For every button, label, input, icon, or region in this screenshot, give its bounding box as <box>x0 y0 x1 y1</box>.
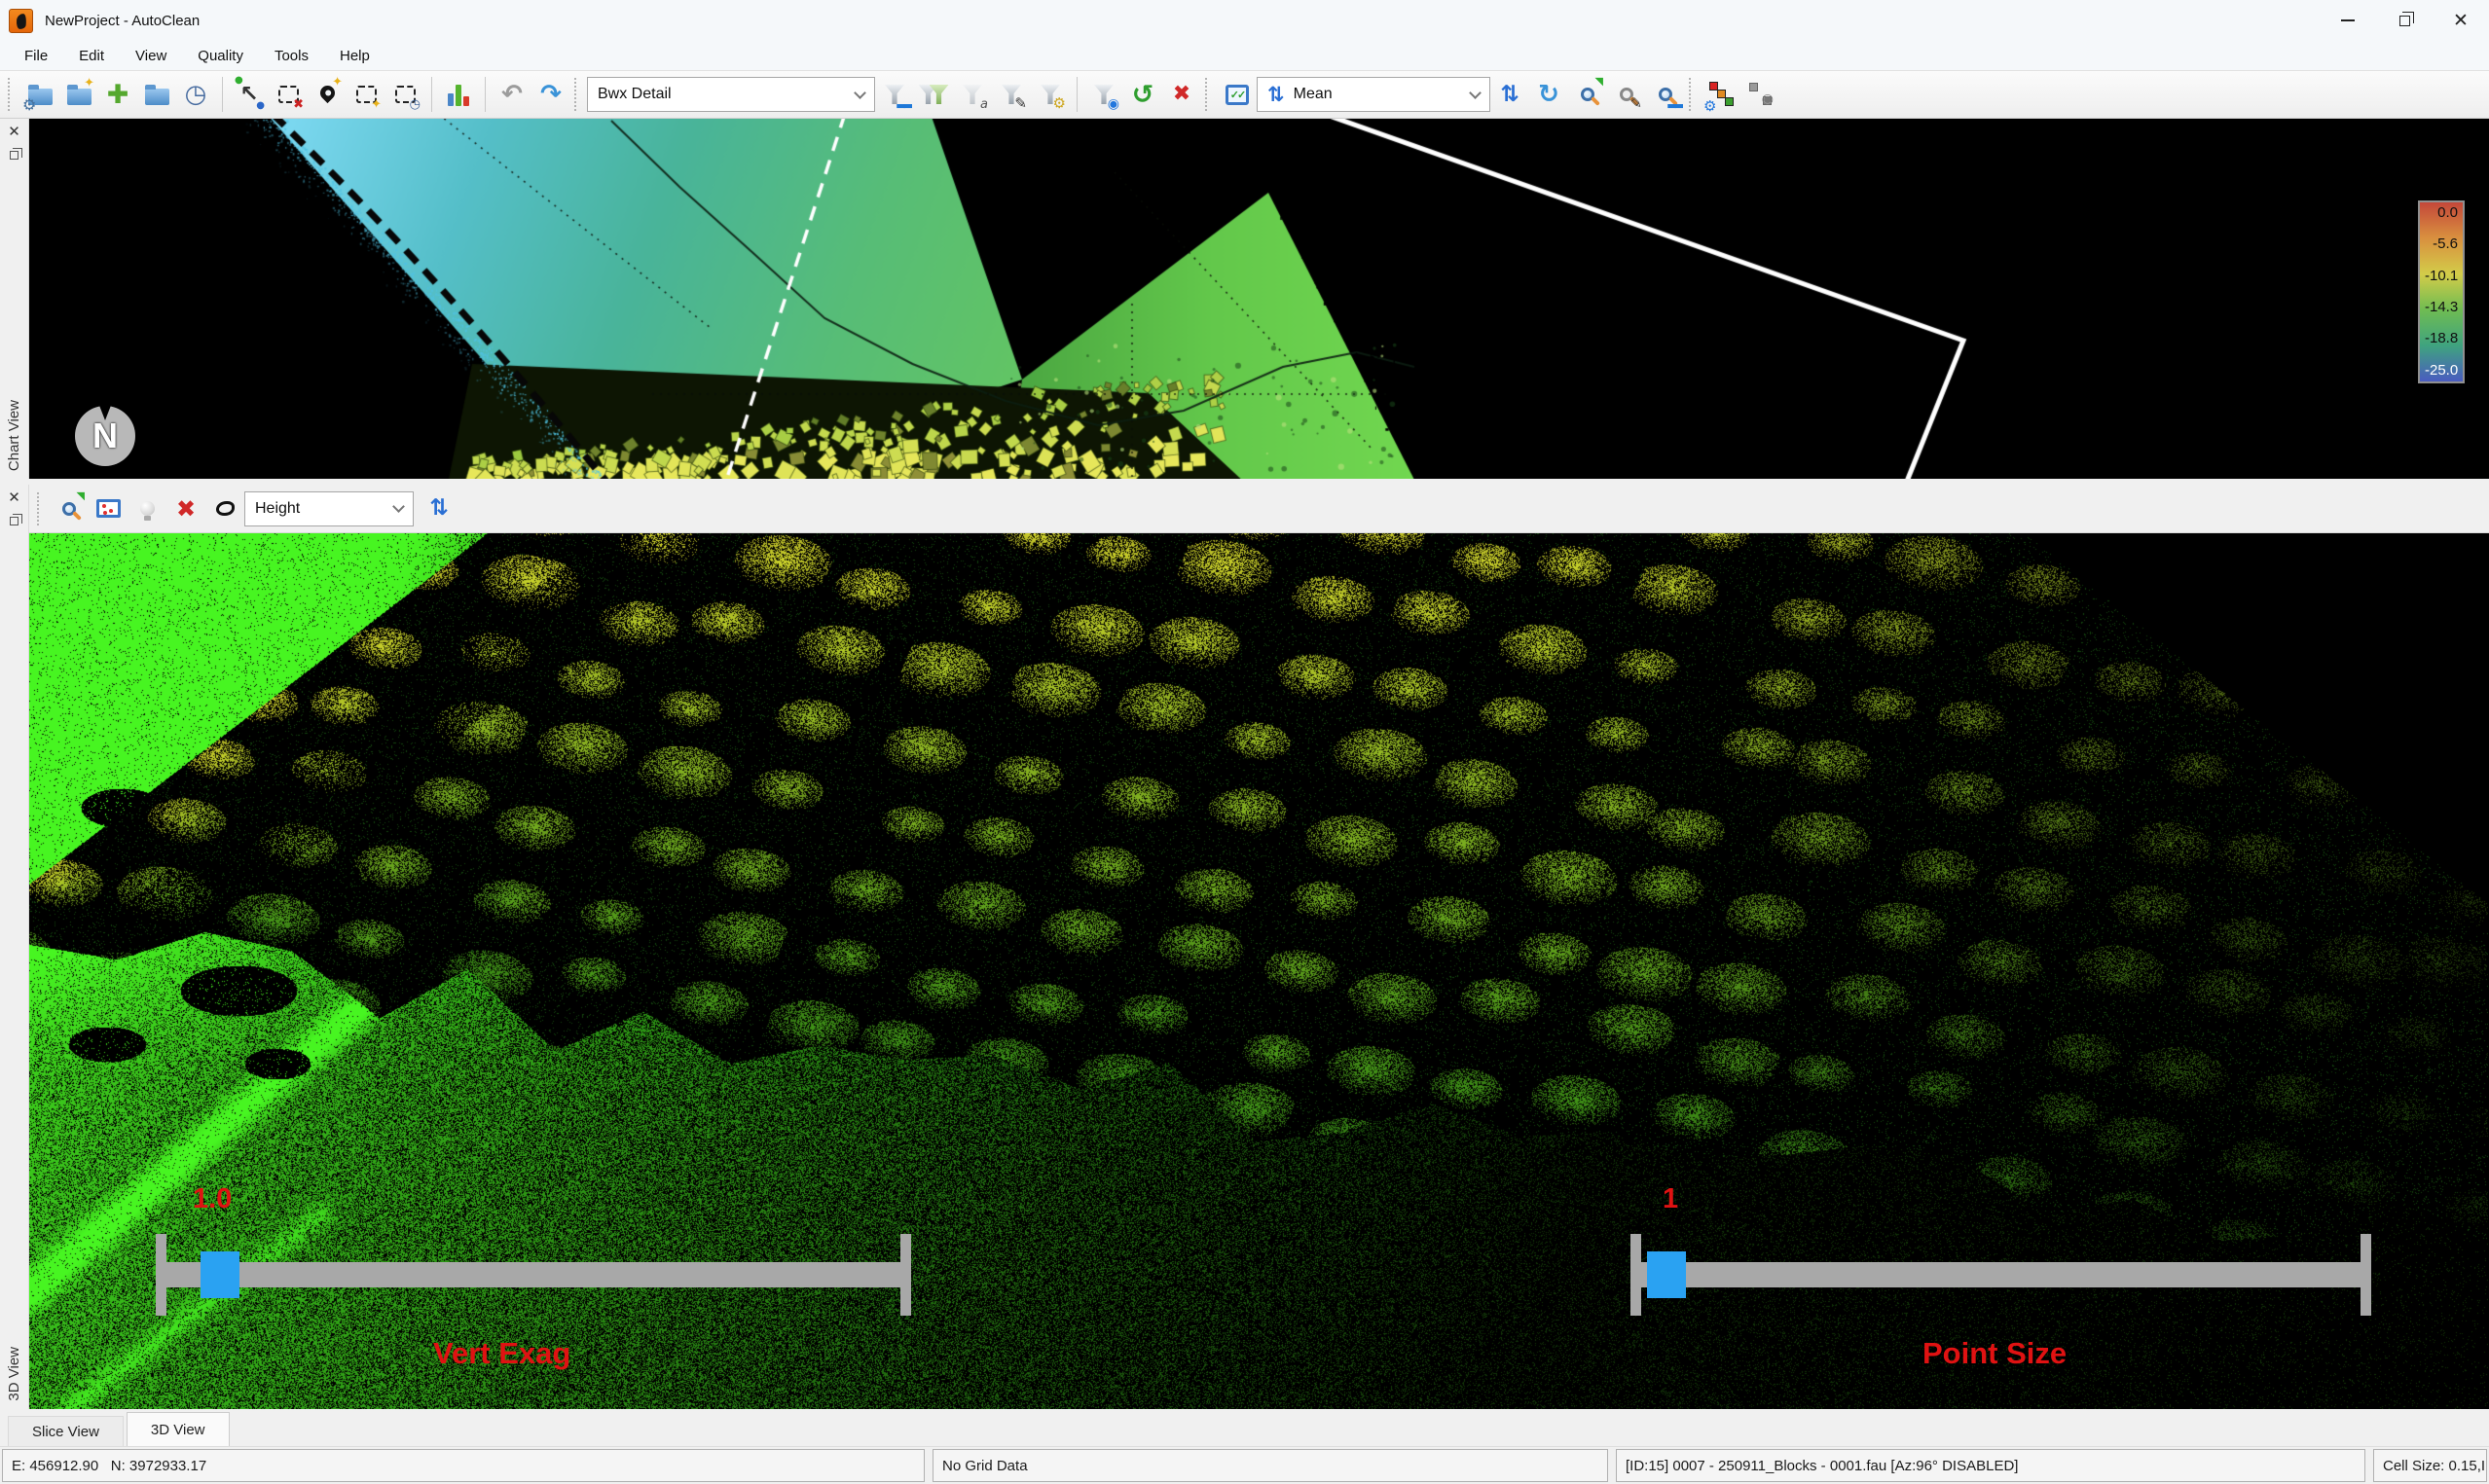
delete-selection-icon[interactable]: ✖ <box>269 74 308 115</box>
chevron-down-icon <box>854 87 866 99</box>
minimize-button[interactable] <box>2320 0 2376 41</box>
restore-button[interactable] <box>2376 0 2433 41</box>
status-file-info: [ID:15] 0007 - 250911_Blocks - 0001.fau … <box>1616 1449 2365 1482</box>
swap-vertical-icon[interactable]: ⇅ <box>420 489 458 529</box>
3d-viewport[interactable]: 1.0 Vert Exag 1 Point Size <box>29 533 2489 1409</box>
status-cell-size: Cell Size: 0.15,I <box>2373 1449 2487 1482</box>
filter-preview-icon[interactable]: ◉ <box>1084 74 1123 115</box>
new-selection-icon[interactable]: ✦ <box>347 74 385 115</box>
validation-panel-icon[interactable]: ✓✓ <box>1218 74 1257 115</box>
status-coordinates: E: 456912.90 N: 3972933.17 <box>2 1449 925 1482</box>
color-mode-value: Height <box>255 500 300 518</box>
new-project-icon[interactable]: ✦ <box>59 74 98 115</box>
chart-close-icon[interactable]: ✕ <box>8 125 20 139</box>
legend-value: -10.1 <box>2425 267 2458 286</box>
chart-strip-label: Chart View <box>6 400 22 471</box>
legend-value: -14.3 <box>2425 298 2458 317</box>
add-data-icon[interactable]: ✚ <box>98 74 137 115</box>
filter-edit-icon[interactable]: ✎ <box>992 74 1031 115</box>
menu-edit[interactable]: Edit <box>66 45 117 67</box>
node-view-icon[interactable]: ◉ <box>1740 74 1779 115</box>
legend-value: -25.0 <box>2425 361 2458 380</box>
redo-icon[interactable]: ↷ <box>531 74 570 115</box>
points-display-icon[interactable] <box>89 489 128 529</box>
3d-strip-label: 3D View <box>6 1347 22 1401</box>
open-folder-icon[interactable] <box>137 74 176 115</box>
status-bar: E: 456912.90 N: 3972933.17 No Grid Data … <box>0 1446 2489 1484</box>
3d-canvas[interactable] <box>29 533 2488 1409</box>
tile-settings-icon[interactable]: ⚙ <box>1702 74 1740 115</box>
app-window: NewProject - AutoClean ✕ File Edit View … <box>0 0 2489 1484</box>
title-bar: NewProject - AutoClean ✕ <box>0 0 2489 41</box>
filter-outline-icon[interactable]: a <box>953 74 992 115</box>
3d-view-pane: ✕ 3D View ◥ ✖ Height ⇅ <box>0 485 2489 1409</box>
chart-viewport[interactable]: N 0.0 -5.6 -10.1 -14.3 -18.8 -25.0 <box>29 119 2489 479</box>
window-title: NewProject - AutoClean <box>45 13 200 29</box>
zoom-filmstrip-icon[interactable]: ▬▬ <box>1646 74 1685 115</box>
toolbar-grip-3 <box>1205 78 1212 111</box>
swap-vertical-icon[interactable]: ⇅ <box>1490 74 1529 115</box>
menu-help[interactable]: Help <box>327 45 383 67</box>
chart-view-strip: ✕ Chart View <box>0 119 29 479</box>
filter-settings-icon[interactable]: ⚙ <box>1031 74 1070 115</box>
3d-float-icon[interactable] <box>10 517 18 525</box>
light-icon[interactable] <box>128 489 166 529</box>
toolbar-grip-4 <box>1689 78 1696 111</box>
measure-icon[interactable]: ✎ <box>1607 74 1646 115</box>
refresh-icon[interactable]: ↻ <box>1529 74 1568 115</box>
color-mode-combo[interactable]: Height <box>244 491 414 526</box>
histogram-icon[interactable] <box>439 74 478 115</box>
north-compass: N <box>75 406 135 466</box>
filter-compare-icon[interactable] <box>914 74 953 115</box>
chart-view-pane: ✕ Chart View N 0.0 -5.6 -10.1 -14.3 -18.… <box>0 119 2489 479</box>
chevron-down-icon <box>392 500 405 513</box>
merge-icon: ⇅ <box>1267 85 1285 105</box>
depth-legend: 0.0 -5.6 -10.1 -14.3 -18.8 -25.0 <box>2418 200 2465 383</box>
project-settings-icon[interactable]: ⚙ <box>20 74 59 115</box>
add-marker-icon[interactable]: ✦ <box>308 74 347 115</box>
surface-method-value: Mean <box>1294 86 1333 103</box>
lasso-icon[interactable] <box>205 489 244 529</box>
legend-value: -18.8 <box>2425 329 2458 348</box>
tab-3d-view[interactable]: 3D View <box>127 1412 230 1446</box>
delete-icon[interactable]: ✖ <box>1162 74 1201 115</box>
legend-value: 0.0 <box>2425 203 2458 223</box>
view-tab-bar: Slice View 3D View <box>0 1409 2489 1446</box>
chart-float-icon[interactable] <box>10 151 18 160</box>
toolbar-grip-2 <box>574 78 581 111</box>
chart-canvas[interactable] <box>29 119 2488 479</box>
app-icon <box>9 9 33 33</box>
menu-tools[interactable]: Tools <box>262 45 321 67</box>
toolbar-grip <box>8 78 15 111</box>
selection-history-icon[interactable]: ◷ <box>385 74 424 115</box>
menu-bar: File Edit View Quality Tools Help <box>0 41 2489 70</box>
zoom-extent-icon[interactable]: ◥ <box>50 489 89 529</box>
detail-level-combo[interactable]: Bwx Detail <box>587 77 875 112</box>
tab-slice-view[interactable]: Slice View <box>8 1416 124 1446</box>
3d-close-icon[interactable]: ✕ <box>8 490 20 505</box>
menu-quality[interactable]: Quality <box>185 45 256 67</box>
3d-view-strip: ✕ 3D View <box>0 485 29 1409</box>
close-button[interactable]: ✕ <box>2433 0 2489 41</box>
undo-icon[interactable]: ↶ <box>493 74 531 115</box>
detail-level-value: Bwx Detail <box>598 86 672 103</box>
main-toolbar: ⚙ ✦ ✚ ◷ ↖●● ✖ ✦ ✦ ◷ ↶ ↷ Bwx Detail ▬▬ a … <box>0 70 2489 119</box>
pick-tool-icon[interactable]: ↖●● <box>230 74 269 115</box>
revert-icon[interactable]: ↺ <box>1123 74 1162 115</box>
menu-file[interactable]: File <box>12 45 60 67</box>
status-grid: No Grid Data <box>933 1449 1608 1482</box>
surface-method-combo[interactable]: ⇅ Mean <box>1257 77 1490 112</box>
zoom-extent-icon[interactable]: ◥ <box>1568 74 1607 115</box>
delete-icon[interactable]: ✖ <box>166 489 205 529</box>
menu-view[interactable]: View <box>123 45 179 67</box>
chevron-down-icon <box>1469 87 1482 99</box>
legend-value: -5.6 <box>2425 235 2458 254</box>
3d-toolbar: ◥ ✖ Height ⇅ <box>29 485 2489 533</box>
history-clock-icon[interactable]: ◷ <box>176 74 215 115</box>
3d-toolbar-grip <box>37 492 44 525</box>
filter-filmstrip-icon[interactable]: ▬▬ <box>875 74 914 115</box>
